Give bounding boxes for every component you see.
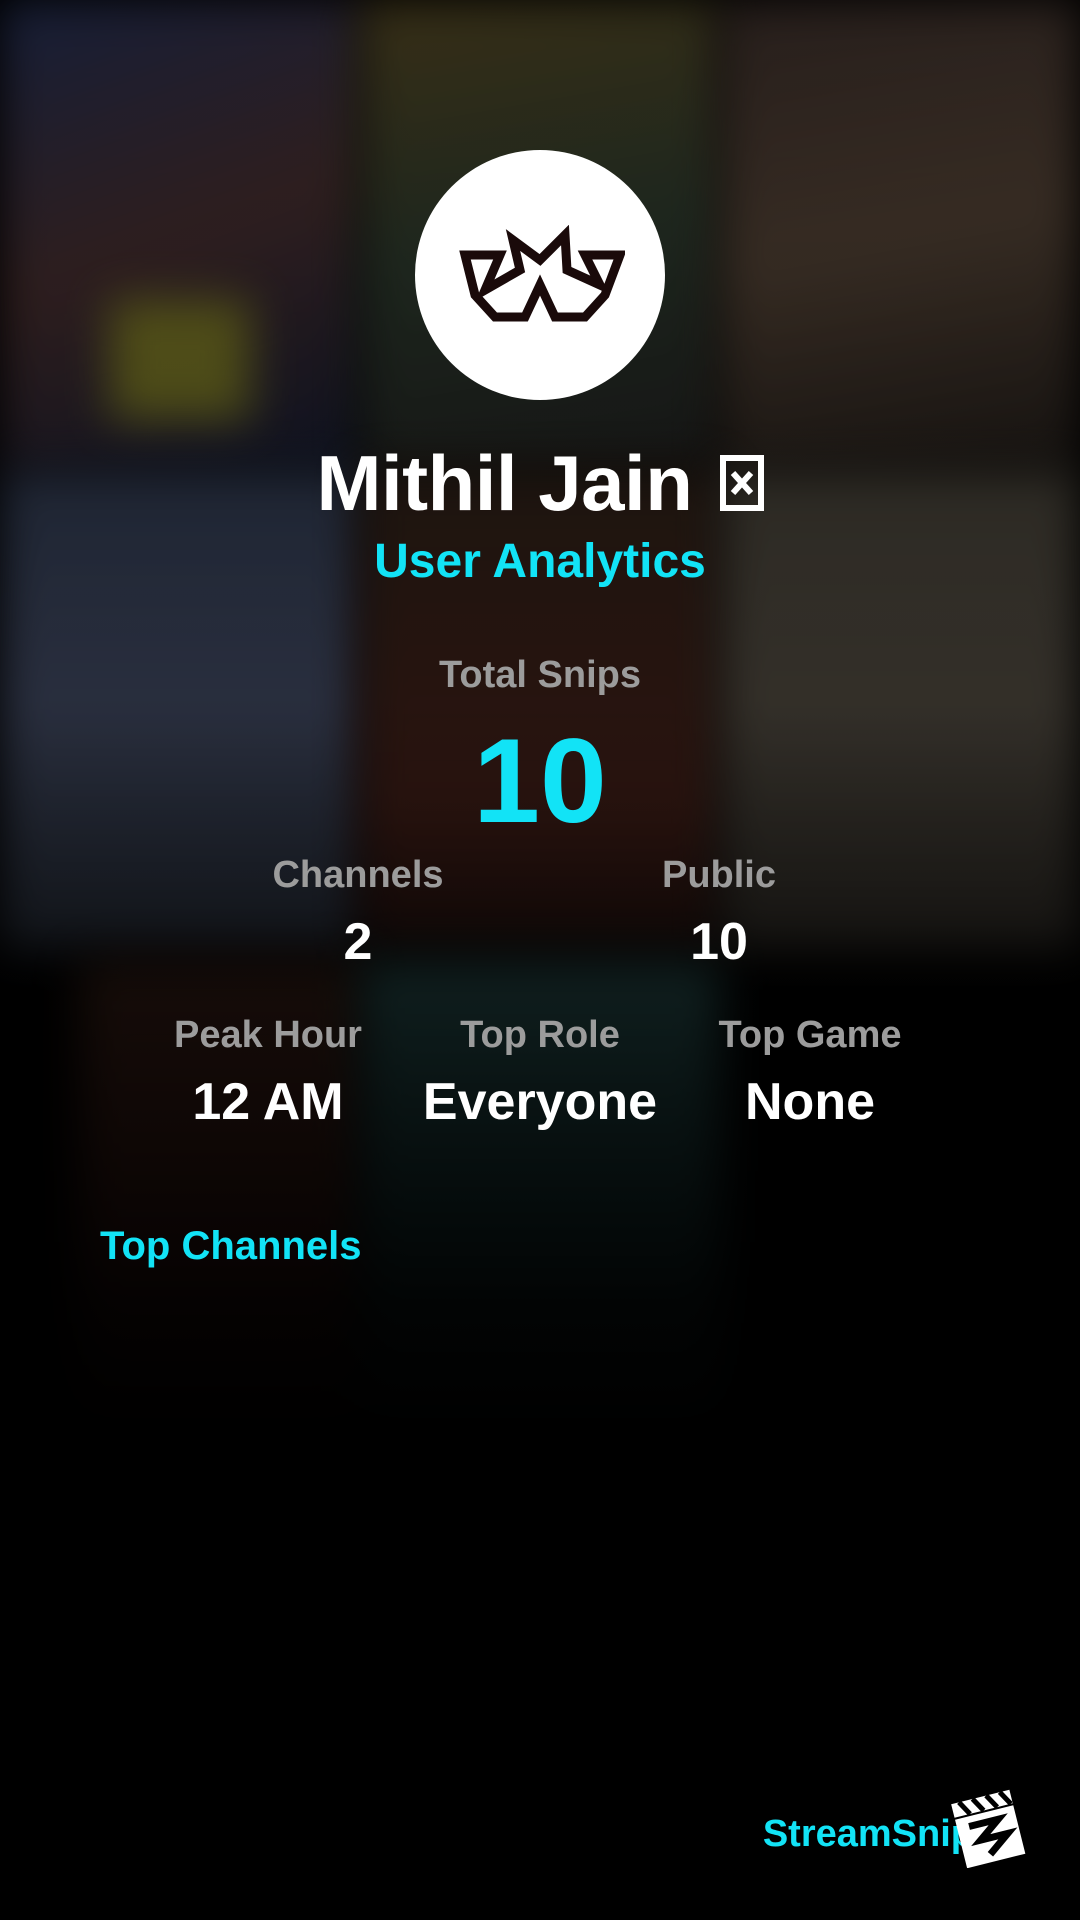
top-channels-heading: Top Channels	[100, 1224, 362, 1268]
top-role-label: Top Role	[460, 1014, 620, 1056]
username-text: Mithil Jain	[316, 439, 693, 527]
channels-label: Channels	[272, 854, 444, 896]
total-snips-value: 10	[473, 714, 607, 848]
total-snips-label: Total Snips	[439, 654, 641, 696]
brand-name: StreamSnip	[762, 1813, 974, 1855]
peak-hour-label: Peak Hour	[174, 1014, 362, 1056]
peak-hour-value: 12 AM	[192, 1073, 344, 1131]
avatar	[415, 150, 665, 400]
username-heading: Mithil Jain	[0, 438, 1080, 529]
crown-logo-icon	[459, 225, 625, 322]
top-role-value: Everyone	[422, 1073, 658, 1131]
boxed-x-icon	[719, 455, 764, 512]
page-subtitle: User Analytics	[374, 535, 706, 588]
public-value: 10	[690, 913, 748, 971]
top-game-value: None	[745, 1073, 875, 1131]
clapperboard-logo-icon	[951, 1789, 1026, 1868]
channels-value: 2	[343, 913, 373, 971]
top-game-label: Top Game	[718, 1014, 902, 1056]
public-label: Public	[661, 854, 777, 896]
